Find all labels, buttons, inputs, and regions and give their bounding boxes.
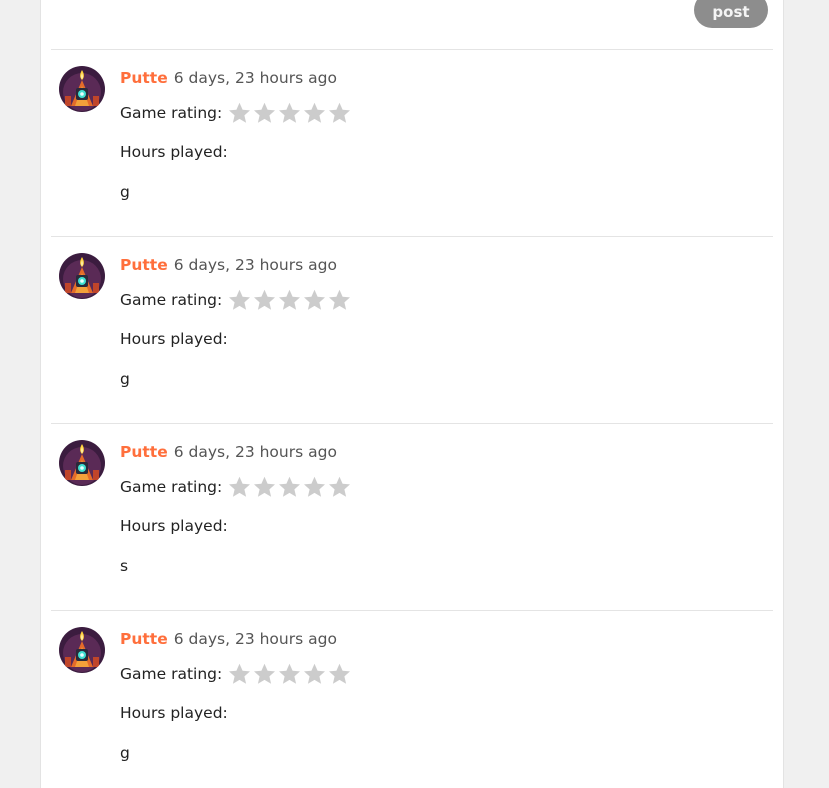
- star-icon[interactable]: [227, 288, 252, 312]
- star-icon[interactable]: [277, 475, 302, 499]
- comment-text: g: [120, 370, 130, 388]
- star-icon[interactable]: [227, 475, 252, 499]
- star-icon[interactable]: [252, 288, 277, 312]
- comment-meta: Putte 6 days, 23 hours ago: [120, 443, 337, 461]
- robot-avatar-icon: [59, 440, 105, 486]
- hours-played: Hours played:: [120, 143, 228, 161]
- rating-stars: [227, 475, 352, 499]
- comment-author[interactable]: Putte: [120, 256, 168, 274]
- robot-avatar-icon: [59, 253, 105, 299]
- comment-meta: Putte 6 days, 23 hours ago: [120, 69, 337, 87]
- star-icon[interactable]: [327, 475, 352, 499]
- star-icon[interactable]: [252, 101, 277, 125]
- comment-meta: Putte 6 days, 23 hours ago: [120, 630, 337, 648]
- game-rating-label: Game rating:: [120, 291, 223, 309]
- user-avatar[interactable]: [59, 253, 105, 299]
- comment-time: 6 days, 23 hours ago: [173, 630, 337, 648]
- comment-item: Putte 6 days, 23 hours ago Game rating: H…: [51, 423, 773, 610]
- user-avatar[interactable]: [59, 440, 105, 486]
- comment-time: 6 days, 23 hours ago: [173, 256, 337, 274]
- star-icon[interactable]: [252, 475, 277, 499]
- comment-text: g: [120, 183, 130, 201]
- game-rating-label: Game rating:: [120, 478, 223, 496]
- comment-time: 6 days, 23 hours ago: [173, 69, 337, 87]
- star-icon[interactable]: [227, 101, 252, 125]
- robot-avatar-icon: [59, 66, 105, 112]
- comment-item: Putte 6 days, 23 hours ago Game rating: H…: [51, 236, 773, 423]
- game-rating-row: Game rating:: [120, 101, 352, 125]
- game-rating-label: Game rating:: [120, 665, 223, 683]
- hours-played: Hours played:: [120, 704, 228, 722]
- rating-stars: [227, 101, 352, 125]
- hours-played: Hours played:: [120, 330, 228, 348]
- comment-list: Putte 6 days, 23 hours ago Game rating: H…: [51, 49, 773, 788]
- star-icon[interactable]: [302, 662, 327, 686]
- star-icon[interactable]: [302, 288, 327, 312]
- game-rating-row: Game rating:: [120, 662, 352, 686]
- game-rating-row: Game rating:: [120, 475, 352, 499]
- game-rating-label: Game rating:: [120, 104, 223, 122]
- comment-author[interactable]: Putte: [120, 443, 168, 461]
- star-icon[interactable]: [227, 662, 252, 686]
- rating-stars: [227, 662, 352, 686]
- hours-played-label: Hours played:: [120, 704, 228, 722]
- comment-time: 6 days, 23 hours ago: [173, 443, 337, 461]
- user-avatar[interactable]: [59, 66, 105, 112]
- hours-played-label: Hours played:: [120, 143, 228, 161]
- comment-text: g: [120, 744, 130, 762]
- comment-text: s: [120, 557, 129, 575]
- hours-played: Hours played:: [120, 517, 228, 535]
- user-avatar[interactable]: [59, 627, 105, 673]
- hours-played-label: Hours played:: [120, 330, 228, 348]
- star-icon[interactable]: [302, 475, 327, 499]
- game-rating-row: Game rating:: [120, 288, 352, 312]
- comments-panel: post Putte 6 days, 23 hours ago Game rat…: [40, 0, 784, 788]
- star-icon[interactable]: [252, 662, 277, 686]
- star-icon[interactable]: [277, 288, 302, 312]
- star-icon[interactable]: [327, 101, 352, 125]
- comment-author[interactable]: Putte: [120, 630, 168, 648]
- star-icon[interactable]: [327, 662, 352, 686]
- robot-avatar-icon: [59, 627, 105, 673]
- rating-stars: [227, 288, 352, 312]
- star-icon[interactable]: [302, 101, 327, 125]
- star-icon[interactable]: [277, 101, 302, 125]
- star-icon[interactable]: [327, 288, 352, 312]
- star-icon[interactable]: [277, 662, 302, 686]
- post-button[interactable]: post: [694, 0, 768, 28]
- comment-author[interactable]: Putte: [120, 69, 168, 87]
- hours-played-label: Hours played:: [120, 517, 228, 535]
- comment-meta: Putte 6 days, 23 hours ago: [120, 256, 337, 274]
- comment-item: Putte 6 days, 23 hours ago Game rating: H…: [51, 49, 773, 236]
- comment-item: Putte 6 days, 23 hours ago Game rating: H…: [51, 610, 773, 788]
